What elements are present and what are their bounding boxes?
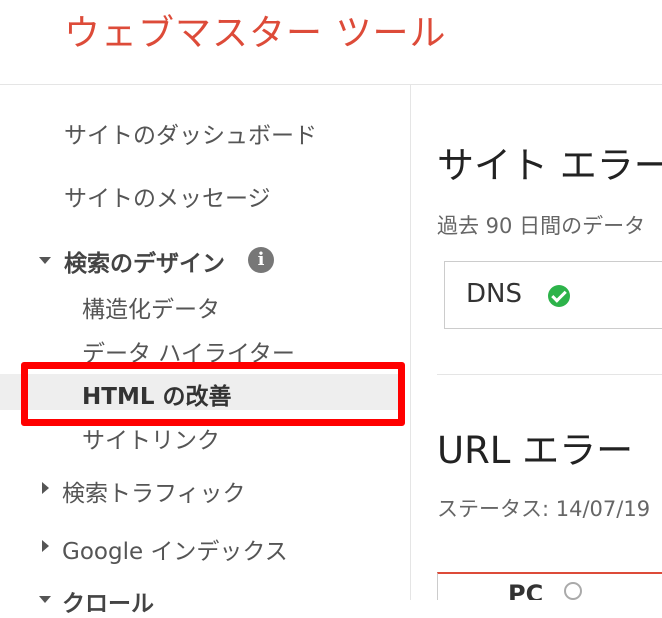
sidebar-section-google-index[interactable]: Google インデックス bbox=[62, 532, 288, 566]
sidebar-section-search-traffic[interactable]: 検索トラフィック bbox=[62, 474, 246, 508]
check-circle-icon bbox=[548, 285, 570, 307]
dns-label: DNS bbox=[466, 279, 522, 309]
chevron-right-icon[interactable] bbox=[42, 482, 49, 494]
header: ウェブマスター ツール bbox=[0, 0, 662, 85]
highlight-box bbox=[21, 362, 405, 426]
chevron-right-icon[interactable] bbox=[42, 540, 49, 552]
dns-card[interactable]: DNS bbox=[444, 261, 662, 329]
help-icon[interactable] bbox=[564, 582, 582, 600]
chevron-down-icon[interactable] bbox=[39, 257, 51, 264]
tab-pc[interactable]: PC bbox=[437, 572, 662, 600]
sidebar-section-crawl[interactable]: クロール bbox=[62, 584, 154, 618]
divider bbox=[437, 374, 662, 375]
url-errors-title: URL エラー bbox=[437, 429, 634, 472]
sidebar-item-dashboard[interactable]: サイトのダッシュボード bbox=[64, 116, 317, 150]
main-content: サイト エラー 過去 90 日間のデータ DNS URL エラー ステータス: … bbox=[411, 85, 662, 600]
app-title[interactable]: ウェブマスター ツール bbox=[64, 4, 446, 56]
sidebar-item-messages[interactable]: サイトのメッセージ bbox=[64, 179, 271, 213]
sidebar-item-sitelinks[interactable]: サイトリンク bbox=[82, 421, 220, 455]
sidebar-section-search-design[interactable]: 検索のデザイン bbox=[64, 244, 225, 278]
sidebar-item-structured-data[interactable]: 構造化データ bbox=[82, 290, 220, 324]
tab-pc-label: PC bbox=[508, 580, 544, 600]
site-errors-title: サイト エラー bbox=[437, 144, 662, 187]
site-errors-subtitle: 過去 90 日間のデータ bbox=[437, 214, 646, 238]
url-errors-status: ステータス: 14/07/19 bbox=[437, 497, 651, 521]
info-icon[interactable]: i bbox=[248, 247, 274, 273]
